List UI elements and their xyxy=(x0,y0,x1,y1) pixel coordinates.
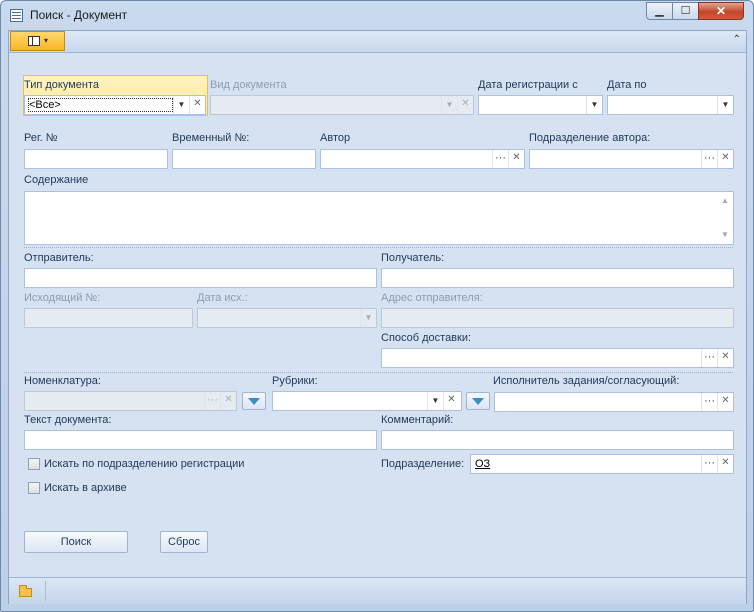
minimize-button[interactable]: ▁ xyxy=(646,2,673,20)
search-by-reg-dept-label[interactable]: Искать по подразделению регистрации xyxy=(44,458,244,470)
form-area: ▾ ⌃ Тип документа <Все> ▼ ✕ Вид документ… xyxy=(8,30,747,604)
rubrics-clear-icon[interactable]: ✕ xyxy=(443,392,459,410)
layout-menu-button[interactable]: ▾ xyxy=(10,31,65,51)
sender-address-label: Адрес отправителя: xyxy=(381,292,483,304)
panel-layout-icon xyxy=(28,36,40,46)
comment-input[interactable] xyxy=(381,430,734,450)
reg-date-from-label: Дата регистрации с xyxy=(478,79,578,91)
delivery-method-input[interactable]: ··· ✕ xyxy=(381,348,734,368)
author-browse-icon[interactable]: ··· xyxy=(492,150,508,168)
title-bar: Поиск - Документ ▁ ☐ ✕ xyxy=(1,1,753,29)
close-button[interactable]: ✕ xyxy=(698,2,744,20)
doc-text-input[interactable] xyxy=(24,430,377,450)
search-button[interactable]: Поиск xyxy=(24,531,128,553)
search-in-archive-checkbox[interactable] xyxy=(28,482,40,494)
reg-no-input[interactable] xyxy=(24,149,168,169)
nomenclature-filter-button[interactable] xyxy=(242,392,266,410)
executor-label: Исполнитель задания/согласующий: xyxy=(493,375,680,387)
doc-type-value: <Все> xyxy=(28,98,173,112)
scroll-down-icon[interactable]: ▼ xyxy=(718,228,732,242)
scroll-up-icon[interactable]: ▲ xyxy=(718,194,732,208)
collapse-ribbon-button[interactable]: ⌃ xyxy=(733,34,741,45)
rubrics-dropdown-icon[interactable]: ▼ xyxy=(427,392,443,410)
doc-kind-dropdown-icon: ▼ xyxy=(441,96,457,114)
doc-type-label: Тип документа xyxy=(24,79,100,91)
department-input[interactable]: ОЗ ··· ✕ xyxy=(470,454,734,474)
delivery-method-clear-icon[interactable]: ✕ xyxy=(717,349,733,367)
maximize-button[interactable]: ☐ xyxy=(672,2,699,20)
sender-address-input xyxy=(381,308,734,328)
status-divider xyxy=(45,581,46,601)
reg-no-label: Рег. № xyxy=(24,132,58,144)
nomenclature-label: Номенклатура: xyxy=(24,375,101,387)
app-icon xyxy=(10,9,23,22)
search-window: Поиск - Документ ▁ ☐ ✕ ▾ ⌃ Тип документа… xyxy=(0,0,754,612)
author-dept-browse-icon[interactable]: ··· xyxy=(701,150,717,168)
recipient-label: Получатель: xyxy=(381,252,445,264)
rubrics-select[interactable]: ▼ ✕ xyxy=(272,391,462,411)
outgoing-no-label: Исходящий №: xyxy=(24,292,101,304)
reg-date-to-dropdown-icon[interactable]: ▼ xyxy=(717,96,733,114)
department-browse-icon[interactable]: ··· xyxy=(701,455,717,473)
author-input[interactable]: ··· ✕ xyxy=(320,149,525,169)
author-dept-input[interactable]: ··· ✕ xyxy=(529,149,734,169)
department-label: Подразделение: xyxy=(381,458,465,470)
rubrics-filter-button[interactable] xyxy=(466,392,490,410)
department-value: ОЗ xyxy=(475,458,491,470)
nomenclature-clear-icon: ✕ xyxy=(220,392,236,410)
separator xyxy=(24,247,733,248)
doc-kind-select: ▼ ✕ xyxy=(210,95,474,115)
executor-clear-icon[interactable]: ✕ xyxy=(717,393,733,411)
folder-icon[interactable] xyxy=(19,585,32,597)
author-label: Автор xyxy=(320,132,351,144)
search-in-archive-label[interactable]: Искать в архиве xyxy=(44,482,127,494)
sender-input[interactable] xyxy=(24,268,377,288)
comment-label: Комментарий: xyxy=(381,414,454,426)
status-bar xyxy=(9,577,746,604)
sender-label: Отправитель: xyxy=(24,252,94,264)
rubrics-label: Рубрики: xyxy=(272,375,318,387)
reg-date-to-input[interactable]: ▼ xyxy=(607,95,734,115)
nomenclature-input: ··· ✕ xyxy=(24,391,237,411)
reset-button[interactable]: Сброс xyxy=(160,531,208,553)
nomenclature-browse-icon: ··· xyxy=(204,392,220,410)
temp-no-input[interactable] xyxy=(172,149,316,169)
reg-date-from-dropdown-icon[interactable]: ▼ xyxy=(586,96,602,114)
doc-text-label: Текст документа: xyxy=(24,414,112,426)
outgoing-date-label: Дата исх.: xyxy=(197,292,248,304)
doc-type-clear-icon[interactable]: ✕ xyxy=(189,96,205,114)
doc-kind-clear-icon: ✕ xyxy=(457,96,473,114)
content-textarea[interactable]: ▲ ▼ xyxy=(24,191,734,245)
dropdown-arrow-icon: ▾ xyxy=(44,36,49,45)
recipient-input[interactable] xyxy=(381,268,734,288)
executor-input[interactable]: ··· ✕ xyxy=(494,392,734,412)
search-by-reg-dept-checkbox[interactable] xyxy=(28,458,40,470)
author-dept-clear-icon[interactable]: ✕ xyxy=(717,150,733,168)
delivery-method-browse-icon[interactable]: ··· xyxy=(701,349,717,367)
window-title: Поиск - Документ xyxy=(30,8,128,22)
content-label: Содержание xyxy=(24,174,89,186)
author-dept-label: Подразделение автора: xyxy=(529,132,651,144)
outgoing-date-dropdown-icon: ▼ xyxy=(360,309,376,327)
executor-browse-icon[interactable]: ··· xyxy=(701,393,717,411)
doc-kind-label: Вид документа xyxy=(210,79,287,91)
reg-date-to-label: Дата по xyxy=(607,79,647,91)
temp-no-label: Временный №: xyxy=(172,132,250,144)
author-clear-icon[interactable]: ✕ xyxy=(508,150,524,168)
ribbon-bar: ▾ ⌃ xyxy=(9,31,746,53)
doc-type-dropdown-icon[interactable]: ▼ xyxy=(173,96,189,114)
outgoing-date-input: ▼ xyxy=(197,308,377,328)
doc-type-select[interactable]: <Все> ▼ ✕ xyxy=(24,95,206,115)
delivery-method-label: Способ доставки: xyxy=(381,332,472,344)
outgoing-no-input xyxy=(24,308,193,328)
separator xyxy=(24,372,733,373)
reg-date-from-input[interactable]: ▼ xyxy=(478,95,603,115)
department-clear-icon[interactable]: ✕ xyxy=(717,455,733,473)
